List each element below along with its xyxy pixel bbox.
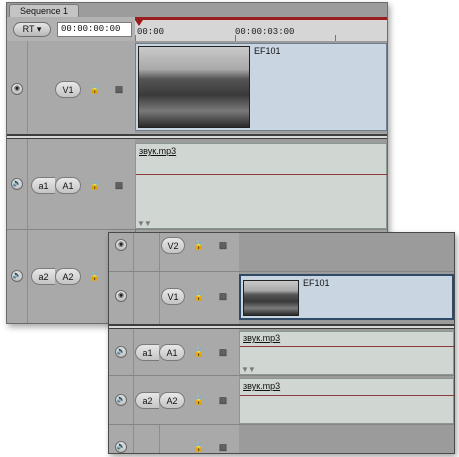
clip-name: звук.mp3 bbox=[243, 381, 281, 391]
lock-icon[interactable]: 🔒 bbox=[193, 346, 205, 358]
audio-level-line bbox=[240, 395, 454, 396]
speaker-icon[interactable]: 🔊 bbox=[11, 270, 23, 282]
source-control-a2[interactable]: a2 bbox=[135, 392, 159, 409]
edit-markers: ▼▼ bbox=[241, 365, 256, 374]
rt-button-label: RT bbox=[22, 24, 35, 34]
tab-bar: Sequence 1 bbox=[7, 3, 387, 18]
dest-control-v1[interactable]: V1 bbox=[161, 288, 185, 305]
track-lane-a1[interactable]: звук.mp3 ▼▼ bbox=[135, 139, 387, 229]
column-divider bbox=[133, 272, 134, 324]
clip-name: звук.mp3 bbox=[243, 333, 281, 343]
column-divider bbox=[27, 139, 28, 229]
render-bar bbox=[135, 17, 387, 20]
circle-icon[interactable]: ◉ bbox=[11, 83, 23, 95]
lock-icon[interactable]: 🔒 bbox=[89, 270, 101, 282]
track-header-partial: 🔊 🔒 ▩ bbox=[109, 425, 240, 453]
column-divider bbox=[133, 329, 134, 375]
track-header-a1: 🔊 a1 A1 🔒 ▩ bbox=[109, 329, 240, 375]
column-divider bbox=[133, 376, 134, 424]
column-divider bbox=[133, 425, 134, 453]
audio-level-line bbox=[240, 346, 454, 347]
ruler-label-start: 00:00 bbox=[137, 27, 165, 37]
lock-icon[interactable]: 🔒 bbox=[193, 441, 205, 453]
clip-zvuk-mp3[interactable]: звук.mp3 bbox=[239, 378, 454, 424]
dest-control-a1[interactable]: A1 bbox=[55, 177, 81, 194]
playhead-marker[interactable] bbox=[135, 20, 143, 26]
timeline-ruler[interactable]: 00:00 00:00:03:00 bbox=[135, 17, 387, 42]
tab-sequence-1[interactable]: Sequence 1 bbox=[9, 4, 80, 17]
track-header-v1: ◉ V1 🔒 ▩ bbox=[7, 41, 136, 133]
dest-control-a2[interactable]: A2 bbox=[159, 392, 185, 409]
film-icon[interactable]: ▩ bbox=[217, 239, 229, 251]
column-divider bbox=[27, 230, 28, 323]
track-header-a1: 🔊 a1 A1 🔒 ▩ bbox=[7, 139, 136, 229]
lock-icon[interactable]: 🔒 bbox=[193, 239, 205, 251]
track-lane-v1[interactable]: EF101 bbox=[135, 41, 387, 133]
column-divider bbox=[27, 41, 28, 133]
track-lane-v2[interactable] bbox=[239, 233, 454, 271]
circle-icon[interactable]: ◉ bbox=[115, 290, 127, 302]
lock-icon[interactable]: 🔒 bbox=[89, 83, 101, 95]
clip-zvuk-mp3[interactable]: звук.mp3 bbox=[135, 143, 387, 229]
film-icon[interactable]: ▩ bbox=[217, 441, 229, 453]
source-control-a1[interactable]: a1 bbox=[135, 344, 159, 361]
clip-thumbnail bbox=[243, 280, 299, 316]
film-icon[interactable]: ▩ bbox=[113, 179, 125, 191]
film-icon[interactable]: ▩ bbox=[217, 290, 229, 302]
source-control-a2[interactable]: a2 bbox=[31, 268, 55, 285]
clip-name: звук.mp3 bbox=[139, 146, 177, 156]
speaker-icon[interactable]: 🔊 bbox=[115, 441, 127, 453]
track-lane-a2[interactable]: звук.mp3 bbox=[239, 376, 454, 424]
track-lane-a1[interactable]: звук.mp3 ▼▼ bbox=[239, 329, 454, 375]
clip-ef101[interactable]: EF101 bbox=[135, 43, 387, 131]
column-divider bbox=[159, 425, 160, 453]
film-icon[interactable]: ▩ bbox=[217, 346, 229, 358]
speaker-icon[interactable]: 🔊 bbox=[115, 394, 127, 406]
clip-zvuk-mp3[interactable]: звук.mp3 bbox=[239, 331, 454, 375]
circle-icon[interactable]: ◉ bbox=[115, 239, 127, 251]
rt-button[interactable]: RT ▾ bbox=[13, 22, 51, 37]
ruler-label-mid: 00:00:03:00 bbox=[235, 27, 295, 37]
dest-control-v2[interactable]: V2 bbox=[161, 237, 185, 254]
clip-ef101[interactable]: EF101 bbox=[239, 274, 454, 320]
dest-control-a2[interactable]: A2 bbox=[55, 268, 81, 285]
audio-level-line bbox=[136, 174, 387, 175]
speaker-icon[interactable]: 🔊 bbox=[115, 346, 127, 358]
clip-name: EF101 bbox=[254, 46, 281, 56]
column-divider bbox=[159, 233, 160, 271]
timeline-window-front: ◉ V2 🔒 ▩ ◉ V1 🔒 ▩ EF101 🔊 a1 A1 🔒 ▩ звук… bbox=[108, 232, 455, 454]
column-divider bbox=[133, 233, 134, 271]
track-header-v2: ◉ V2 🔒 ▩ bbox=[109, 233, 240, 271]
lock-icon[interactable]: 🔒 bbox=[193, 394, 205, 406]
clip-thumbnail bbox=[138, 46, 250, 128]
track-header-v1: ◉ V1 🔒 ▩ bbox=[109, 272, 240, 324]
lock-icon[interactable]: 🔒 bbox=[89, 179, 101, 191]
timecode-field[interactable]: 00:00:00:00 bbox=[57, 22, 132, 37]
dest-control-v1[interactable]: V1 bbox=[55, 81, 81, 98]
film-icon[interactable]: ▩ bbox=[113, 83, 125, 95]
film-icon[interactable]: ▩ bbox=[217, 394, 229, 406]
dest-control-a1[interactable]: A1 bbox=[159, 344, 185, 361]
column-divider bbox=[159, 272, 160, 324]
edit-markers: ▼▼ bbox=[137, 219, 152, 228]
source-control-a1[interactable]: a1 bbox=[31, 177, 55, 194]
track-lane-partial[interactable] bbox=[239, 425, 454, 453]
speaker-icon[interactable]: 🔊 bbox=[11, 178, 23, 190]
clip-name: EF101 bbox=[303, 278, 330, 288]
track-lane-v1[interactable]: EF101 bbox=[239, 272, 454, 324]
lock-icon[interactable]: 🔒 bbox=[193, 290, 205, 302]
track-header-a2: 🔊 a2 A2 🔒 ▩ bbox=[109, 376, 240, 424]
chevron-down-icon: ▾ bbox=[36, 24, 42, 34]
